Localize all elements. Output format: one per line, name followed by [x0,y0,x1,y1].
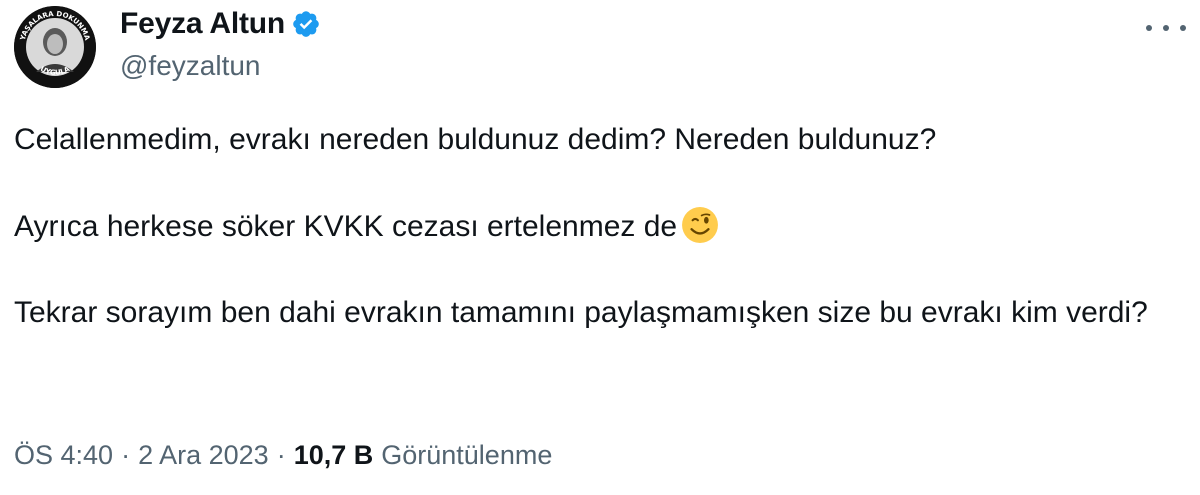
tweet-paragraph-text: Ayrıca herkese söker KVKK cezası ertelen… [14,210,678,243]
tweet-paragraph: Tekrar sorayım ben dahi evrakın tamamını… [14,293,1184,333]
tweet-meta: ÖS 4:40 · 2 Ara 2023 · 10,7 B Görüntülen… [14,440,552,471]
tweet-paragraph: Celallenmedim, evrakı nereden buldunuz d… [14,120,1184,160]
tweet-paragraph-text: Tekrar sorayım ben dahi evrakın tamamını… [14,296,1148,329]
meta-separator: · [276,440,286,470]
handle[interactable]: @feyzaltun [120,50,321,82]
tweet-text: Celallenmedim, evrakı nereden buldunuz d… [14,120,1184,333]
tweet-time[interactable]: ÖS 4:40 [14,440,113,471]
more-horizontal-icon[interactable] [1146,18,1186,38]
verified-badge-icon[interactable] [291,9,321,39]
meta-separator: · [121,440,131,470]
tweet-date[interactable]: 2 Ara 2023 [138,440,269,471]
name-row: Feyza Altun [120,4,321,44]
views-count[interactable]: 10,7 B [294,440,374,471]
more-dot [1146,25,1152,31]
avatar[interactable]: YAŞALARA DOKUNMA UYGULA [14,6,96,88]
author-block: Feyza Altun @feyzaltun [120,4,321,82]
winking-face-emoji [681,206,719,244]
more-dot [1163,25,1169,31]
views-label[interactable]: Görüntülenme [381,440,552,471]
tweet-paragraph-text: Celallenmedim, evrakı nereden buldunuz d… [14,123,937,156]
more-dot [1180,25,1186,31]
avatar-image: YAŞALARA DOKUNMA UYGULA [14,6,96,88]
tweet: YAŞALARA DOKUNMA UYGULA Feyza Altun @fey… [0,0,1200,495]
tweet-paragraph: Ayrıca herkese söker KVKK cezası ertelen… [14,206,1184,247]
display-name[interactable]: Feyza Altun [120,7,285,41]
